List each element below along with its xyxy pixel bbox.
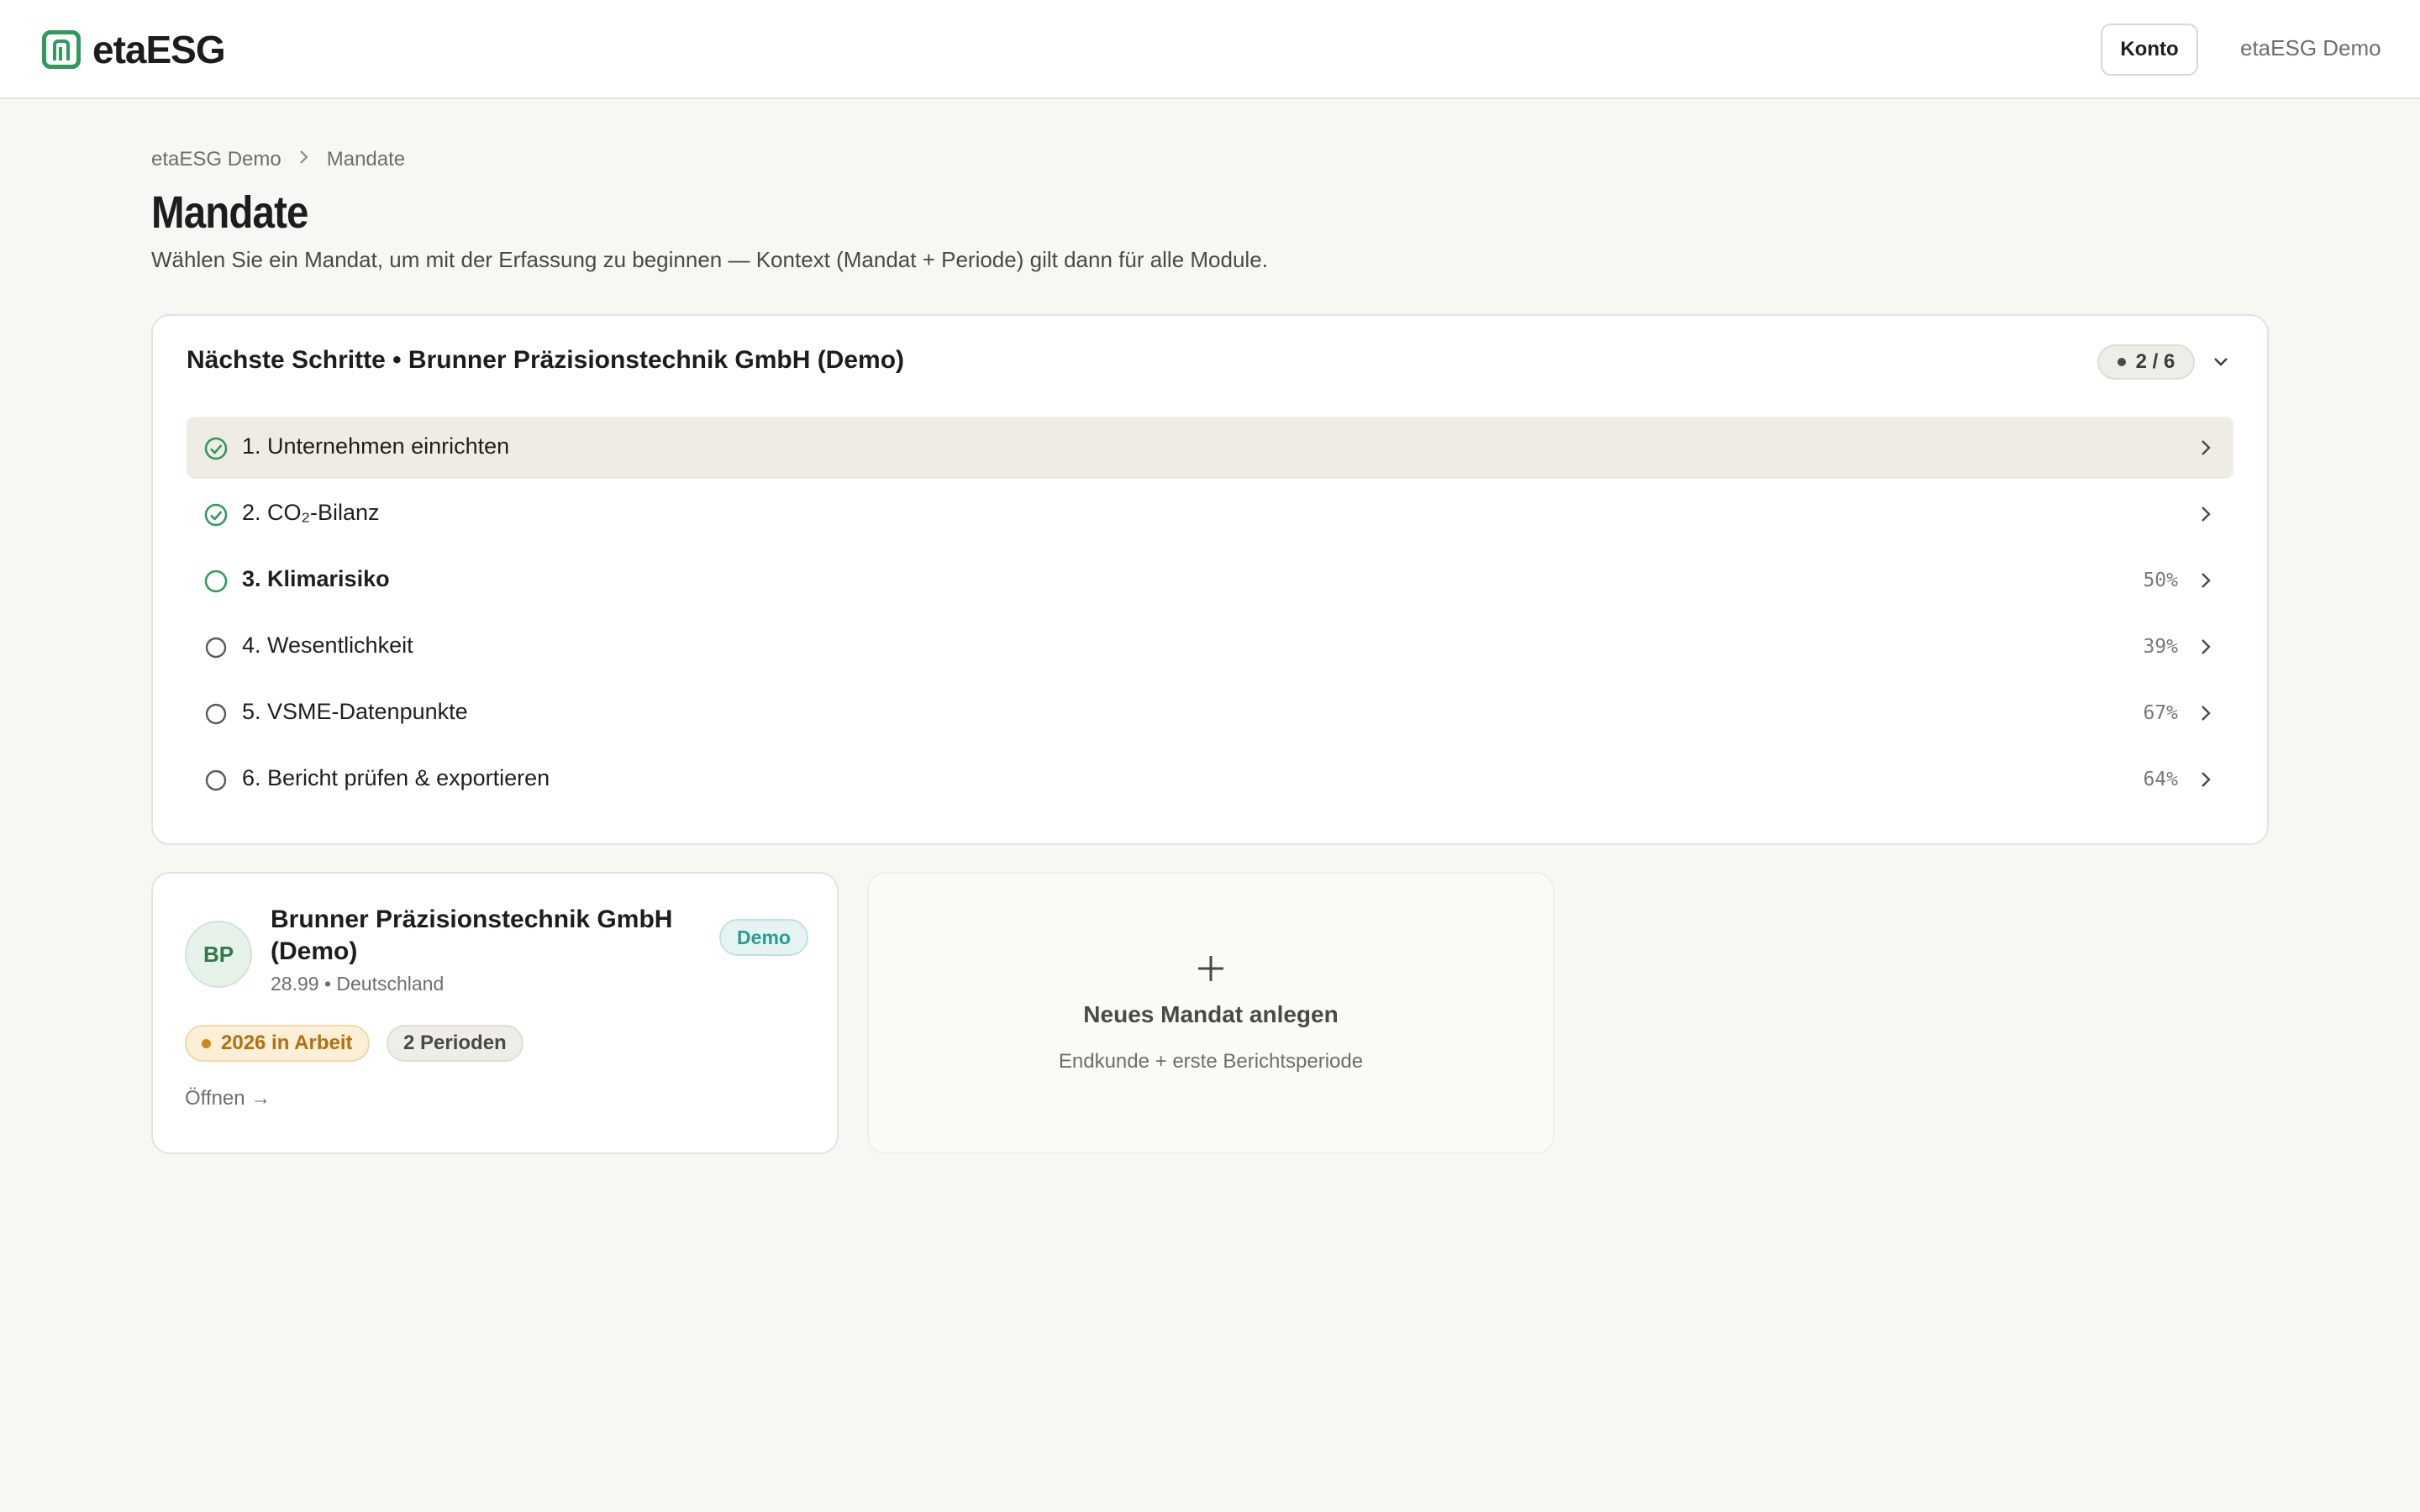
next-steps-card: Nächste Schritte • Brunner Präzisionstec… <box>151 314 2269 845</box>
chevron-right-icon <box>2195 769 2217 790</box>
step-percent: 50% <box>2143 570 2178 591</box>
page-subtitle: Wählen Sie ein Mandat, um mit der Erfass… <box>151 247 1268 272</box>
brand-logo-icon <box>42 30 81 69</box>
account-button[interactable]: Konto <box>2101 24 2198 76</box>
page-title: Mandate <box>151 187 308 238</box>
chevron-down-icon[interactable] <box>2208 349 2233 375</box>
circle-icon <box>203 569 229 594</box>
check-circle-icon <box>203 436 229 461</box>
breadcrumb-item-current: Mandate <box>326 148 406 171</box>
step-label: 4. Wesentlichkeit <box>242 633 413 658</box>
chevron-right-icon <box>2195 636 2217 658</box>
chevron-right-icon <box>298 148 310 171</box>
top-bar: etaESG Konto etaESG Demo <box>0 0 2420 99</box>
step-row-materiality[interactable]: 4. Wesentlichkeit 39% <box>187 616 2233 678</box>
step-percent: 67% <box>2143 702 2178 724</box>
step-label: 1. Unternehmen einrichten <box>242 433 510 459</box>
avatar: BP <box>185 921 252 988</box>
check-circle-icon <box>203 502 229 528</box>
client-meta: 28.99 • Deutschland <box>271 973 445 995</box>
progress-badge: 2 / 6 <box>2097 344 2195 380</box>
circle-icon <box>203 701 229 727</box>
step-row-setup[interactable]: 1. Unternehmen einrichten <box>187 417 2233 479</box>
progress-dot-icon <box>2117 358 2126 366</box>
step-label: 6. Bericht prüfen & exportieren <box>242 765 550 790</box>
circle-icon <box>203 635 229 660</box>
step-percent: 64% <box>2143 769 2178 790</box>
circle-icon <box>203 768 229 793</box>
new-client-card[interactable]: Neues Mandat anlegen Endkunde + erste Be… <box>867 872 1555 1154</box>
periods-badge: 2 Perioden <box>387 1025 523 1062</box>
account-name[interactable]: etaESG Demo <box>2240 35 2381 61</box>
chevron-right-icon <box>2195 503 2217 525</box>
chevron-right-icon <box>2195 570 2217 591</box>
step-label: 5. VSME-Datenpunkte <box>242 699 468 724</box>
step-label: 3. Klimarisiko <box>242 566 390 591</box>
chevron-right-icon <box>2195 437 2217 459</box>
client-card[interactable]: BP Brunner Präzisionstechnik GmbH (Demo)… <box>151 872 839 1154</box>
progress-text: 2 / 6 <box>2135 350 2175 373</box>
step-row-climate-risk[interactable]: 3. Klimarisiko 50% <box>187 549 2233 612</box>
step-percent: 39% <box>2143 636 2178 658</box>
new-client-title: Neues Mandat anlegen <box>1083 1001 1339 1027</box>
status-dot-icon <box>202 1038 211 1048</box>
open-link[interactable]: Öffnen → <box>185 1087 271 1110</box>
status-text: 2026 in Arbeit <box>221 1032 353 1054</box>
step-row-vsme[interactable]: 5. VSME-Datenpunkte 67% <box>187 682 2233 744</box>
breadcrumb-item-home[interactable]: etaESG Demo <box>151 148 281 171</box>
breadcrumb: etaESG Demo Mandate <box>151 148 405 171</box>
brand[interactable]: etaESG <box>42 27 226 72</box>
step-row-co2[interactable]: 2. CO₂-Bilanz <box>187 483 2233 545</box>
new-client-subtitle: Endkunde + erste Berichtsperiode <box>1058 1050 1364 1073</box>
client-name: Brunner Präzisionstechnik GmbH (Demo) <box>271 906 673 965</box>
step-row-report[interactable]: 6. Bericht prüfen & exportieren 64% <box>187 748 2233 811</box>
demo-badge: Demo <box>719 919 808 956</box>
plus-icon <box>1193 951 1228 986</box>
status-badge: 2026 in Arbeit <box>185 1025 370 1062</box>
chevron-right-icon <box>2195 702 2217 724</box>
brand-name: etaESG <box>92 28 226 71</box>
step-label: 2. CO₂-Bilanz <box>242 500 380 525</box>
next-steps-title: Nächste Schritte • Brunner Präzisionstec… <box>187 346 905 374</box>
